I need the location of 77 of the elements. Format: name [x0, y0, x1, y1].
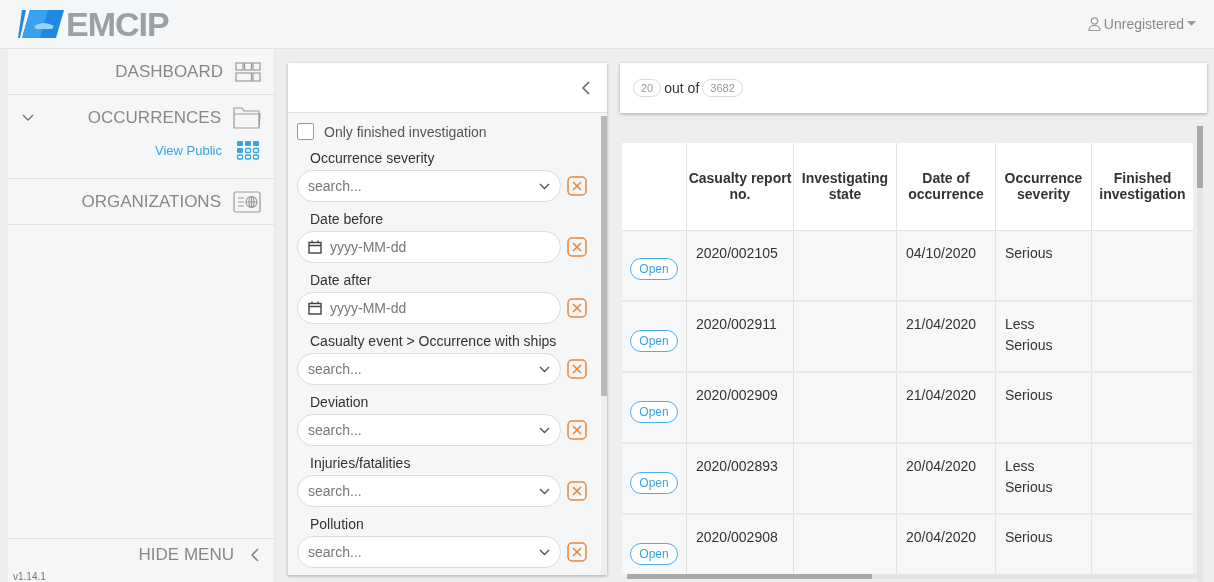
caret-icon	[1187, 21, 1196, 27]
open-button[interactable]: Open	[630, 329, 678, 352]
filter-label: Deviation	[310, 394, 370, 410]
dashboard-icon	[235, 61, 261, 82]
tiles-icon	[236, 140, 260, 160]
table-cell: 2020/002893	[696, 458, 778, 474]
open-button[interactable]: Open	[630, 542, 678, 565]
scrollbar-thumb[interactable]	[1197, 126, 1203, 188]
table-cell: 04/10/2020	[906, 244, 977, 261]
calendar-icon	[308, 301, 322, 315]
table-cell: 21/04/2020	[906, 387, 977, 403]
date-field[interactable]: yyyy-MM-dd	[297, 292, 561, 324]
dropdown-caret-icon[interactable]	[539, 487, 550, 495]
column-header[interactable]: Casualty report no.	[686, 143, 794, 230]
user-menu[interactable]: Unregistered	[1085, 14, 1198, 34]
table-cell: 21/04/2020	[906, 316, 977, 332]
open-button[interactable]: Open	[630, 400, 678, 423]
clear-button[interactable]	[567, 359, 587, 379]
dropdown-caret-icon[interactable]	[539, 182, 550, 190]
search-field[interactable]: search...	[297, 536, 561, 568]
chevron-down-icon[interactable]	[22, 113, 34, 122]
filter-label: Date after	[310, 272, 373, 288]
clear-button[interactable]	[567, 237, 587, 257]
search-field[interactable]: search...	[297, 353, 561, 385]
filter-label: Casualty event > Occurrence with ships	[310, 333, 558, 349]
column-header[interactable]: Investigating state	[793, 143, 897, 230]
logo-icon	[18, 10, 64, 38]
table-cell: Less Serious	[1005, 316, 1053, 353]
table-cell: Serious	[1005, 387, 1053, 403]
table-cell: 2020/002908	[696, 529, 778, 545]
count-text: out of	[664, 80, 700, 96]
column-header[interactable]: Finished investigation	[1091, 143, 1193, 230]
clear-button[interactable]	[567, 481, 587, 501]
dropdown-caret-icon[interactable]	[539, 365, 550, 373]
date-field[interactable]: yyyy-MM-dd	[297, 231, 561, 263]
clear-button[interactable]	[567, 420, 587, 440]
dropdown-caret-icon[interactable]	[539, 426, 550, 434]
column-header[interactable]: Date of occurrence	[896, 143, 996, 230]
checkbox-label: Only finished investigation	[324, 123, 487, 140]
table-cell: 2020/002909	[696, 387, 778, 403]
table-cell: Less Serious	[1005, 458, 1053, 495]
folder-icon	[233, 106, 261, 129]
table-cell: Serious	[1005, 244, 1053, 261]
table-cell: 2020/002105	[696, 244, 778, 261]
chevron-left-icon	[250, 547, 260, 563]
hide-menu-button[interactable]: HIDE MENU	[138, 545, 260, 565]
table-cell: 20/04/2020	[906, 529, 977, 545]
nav-subitem[interactable]: View Public	[8, 140, 274, 178]
table-cell: Serious	[1005, 529, 1053, 545]
clear-button[interactable]	[567, 298, 587, 318]
clear-button[interactable]	[567, 176, 587, 196]
nav-item[interactable]: OCCURRENCES	[8, 95, 274, 140]
filter-label: Injuries/fatalities	[310, 455, 412, 471]
checkbox[interactable]	[297, 123, 314, 140]
nav-item[interactable]: DASHBOARD	[8, 49, 274, 94]
search-field[interactable]: search...	[297, 170, 561, 202]
calendar-icon	[308, 240, 322, 254]
open-button[interactable]: Open	[630, 258, 678, 281]
scrollbar-thumb[interactable]	[601, 116, 607, 396]
version-text: v1.14.1	[13, 571, 46, 582]
logo-text: EMCIP	[66, 4, 169, 44]
person-icon	[1087, 17, 1101, 31]
filter-label: Pollution	[310, 516, 365, 532]
table-cell: 20/04/2020	[906, 458, 977, 474]
open-button[interactable]: Open	[630, 471, 678, 494]
scrollbar-thumb[interactable]	[627, 574, 872, 579]
filter-label: Occurrence severity	[310, 150, 436, 166]
clear-button[interactable]	[567, 542, 587, 562]
search-field[interactable]: search...	[297, 475, 561, 507]
search-field[interactable]: search...	[297, 414, 561, 446]
globe-card-icon	[233, 190, 261, 213]
nav-item[interactable]: ORGANIZATIONS	[8, 179, 274, 224]
collapse-icon[interactable]	[581, 79, 591, 96]
filter-label: Date before	[310, 211, 385, 227]
dropdown-caret-icon[interactable]	[539, 548, 550, 556]
column-header[interactable]: Occurrence severity	[995, 143, 1092, 230]
table-cell: 2020/002911	[696, 316, 777, 332]
